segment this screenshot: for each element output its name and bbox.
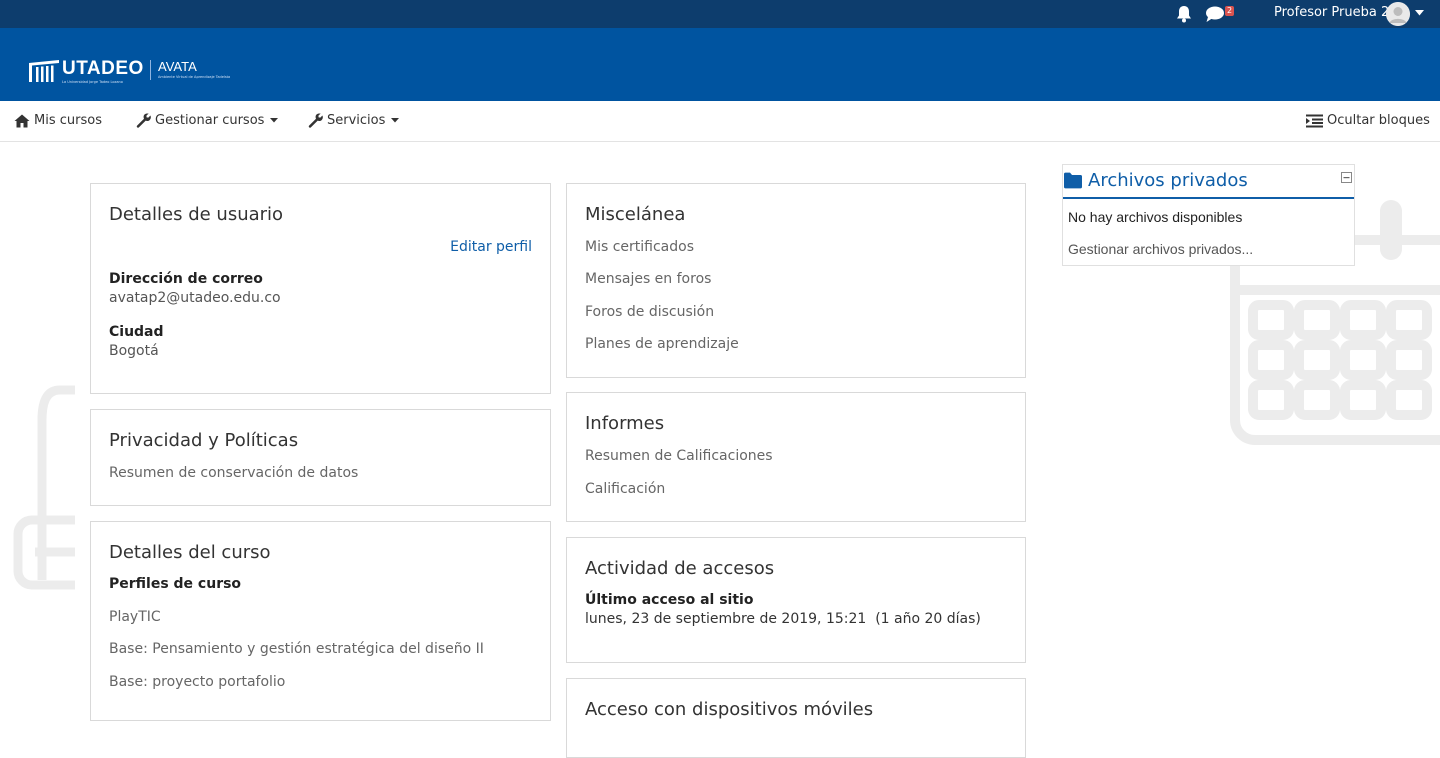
wrench-icon: [308, 113, 323, 128]
data-retention-link[interactable]: Resumen de conservación de datos: [109, 465, 358, 481]
course-link[interactable]: Base: Pensamiento y gestión estratégica …: [109, 641, 484, 657]
logo-text[interactable]: UTADEO: [62, 58, 144, 80]
chevron-down-icon: [391, 118, 400, 123]
bell-icon[interactable]: [1174, 4, 1194, 24]
grades-overview-link[interactable]: Resumen de Calificaciones: [585, 448, 773, 464]
discussion-forums-link[interactable]: Foros de discusión: [585, 304, 714, 320]
private-files-title: Archivos privados: [1088, 170, 1248, 191]
certificates-link[interactable]: Mis certificados: [585, 239, 694, 255]
nav-services[interactable]: Servicios: [308, 113, 400, 128]
misc-title: Miscelánea: [585, 204, 686, 225]
nav-manage-courses[interactable]: Gestionar cursos: [136, 113, 279, 128]
manage-private-files-link[interactable]: Gestionar archivos privados...: [1068, 241, 1253, 257]
learning-plans-link[interactable]: Planes de aprendizaje: [585, 336, 739, 352]
edit-profile-link[interactable]: Editar perfil: [450, 239, 532, 255]
indent-icon: [1306, 114, 1323, 127]
folder-icon: [1064, 172, 1082, 189]
last-access-value: lunes, 23 de septiembre de 2019, 15:21 (…: [585, 611, 981, 627]
home-icon: [14, 114, 30, 127]
hide-blocks-label: Ocultar bloques: [1327, 113, 1430, 128]
course-link[interactable]: Base: proyecto portafolio: [109, 674, 285, 690]
privacy-card: Privacidad y Políticas Resumen de conser…: [90, 409, 551, 506]
user-avatar-icon: [1386, 2, 1410, 26]
hide-blocks-button[interactable]: Ocultar bloques: [1306, 113, 1430, 128]
privacy-title: Privacidad y Políticas: [109, 430, 299, 451]
city-label: Ciudad: [109, 324, 164, 340]
user-details-title: Detalles de usuario: [109, 204, 284, 225]
nav-my-courses[interactable]: Mis cursos: [14, 113, 102, 128]
nav-my-courses-label: Mis cursos: [34, 113, 102, 128]
course-link[interactable]: PlayTIC: [109, 609, 161, 625]
email-label: Dirección de correo: [109, 271, 263, 287]
private-files-header: Archivos privados: [1063, 165, 1354, 199]
reports-card: Informes Resumen de Calificaciones Calif…: [566, 392, 1026, 522]
user-name[interactable]: Profesor Prueba 2: [1274, 5, 1389, 20]
no-files-text: No hay archivos disponibles: [1068, 209, 1243, 225]
message-count-badge: 2: [1225, 6, 1235, 16]
email-value: avatap2@utadeo.edu.co: [109, 290, 281, 306]
chat-bubble-icon[interactable]: [1205, 5, 1227, 23]
last-access-label: Último acceso al sitio: [585, 592, 754, 608]
mobile-access-card: Acceso con dispositivos móviles: [566, 678, 1026, 758]
course-details-title: Detalles del curso: [109, 542, 271, 563]
avatar[interactable]: [1386, 2, 1410, 26]
nav-services-label: Servicios: [327, 113, 386, 128]
app-subtitle: Ambiente Virtual de Aprendizaje Tadeísta: [158, 75, 231, 79]
utadeo-logo-icon[interactable]: [27, 59, 61, 83]
device-watermark-icon: [13, 385, 75, 590]
user-menu-caret-icon[interactable]: [1415, 10, 1424, 16]
chevron-down-icon: [270, 118, 279, 123]
nav-manage-courses-label: Gestionar cursos: [155, 113, 265, 128]
course-details-card: Detalles del curso Perfiles de curso Pla…: [90, 521, 551, 721]
city-value: Bogotá: [109, 343, 159, 359]
logo-divider: [150, 60, 151, 80]
mobile-access-title: Acceso con dispositivos móviles: [585, 699, 874, 720]
access-activity-title: Actividad de accesos: [585, 558, 775, 579]
logo-subtitle: La Universidad Jorge Tadeo Lozano: [62, 80, 123, 84]
user-details-card: Detalles de usuario Editar perfil Direcc…: [90, 183, 551, 394]
reports-title: Informes: [585, 413, 665, 434]
forum-posts-link[interactable]: Mensajes en foros: [585, 271, 711, 287]
private-files-block: Archivos privados No hay archivos dispon…: [1062, 164, 1355, 266]
app-name[interactable]: AVATA: [158, 59, 197, 74]
top-bar: 2 Profesor Prueba 2: [0, 0, 1440, 28]
nav-bar: Mis cursos Gestionar cursos Servicios Oc…: [0, 101, 1440, 142]
course-profiles-label: Perfiles de curso: [109, 576, 242, 592]
access-activity-card: Actividad de accesos Último acceso al si…: [566, 537, 1026, 663]
misc-card: Miscelánea Mis certificados Mensajes en …: [566, 183, 1026, 378]
minimize-block-icon[interactable]: [1341, 172, 1352, 183]
grade-link[interactable]: Calificación: [585, 481, 665, 497]
site-header: UTADEO La Universidad Jorge Tadeo Lozano…: [0, 28, 1440, 101]
wrench-icon: [136, 113, 151, 128]
